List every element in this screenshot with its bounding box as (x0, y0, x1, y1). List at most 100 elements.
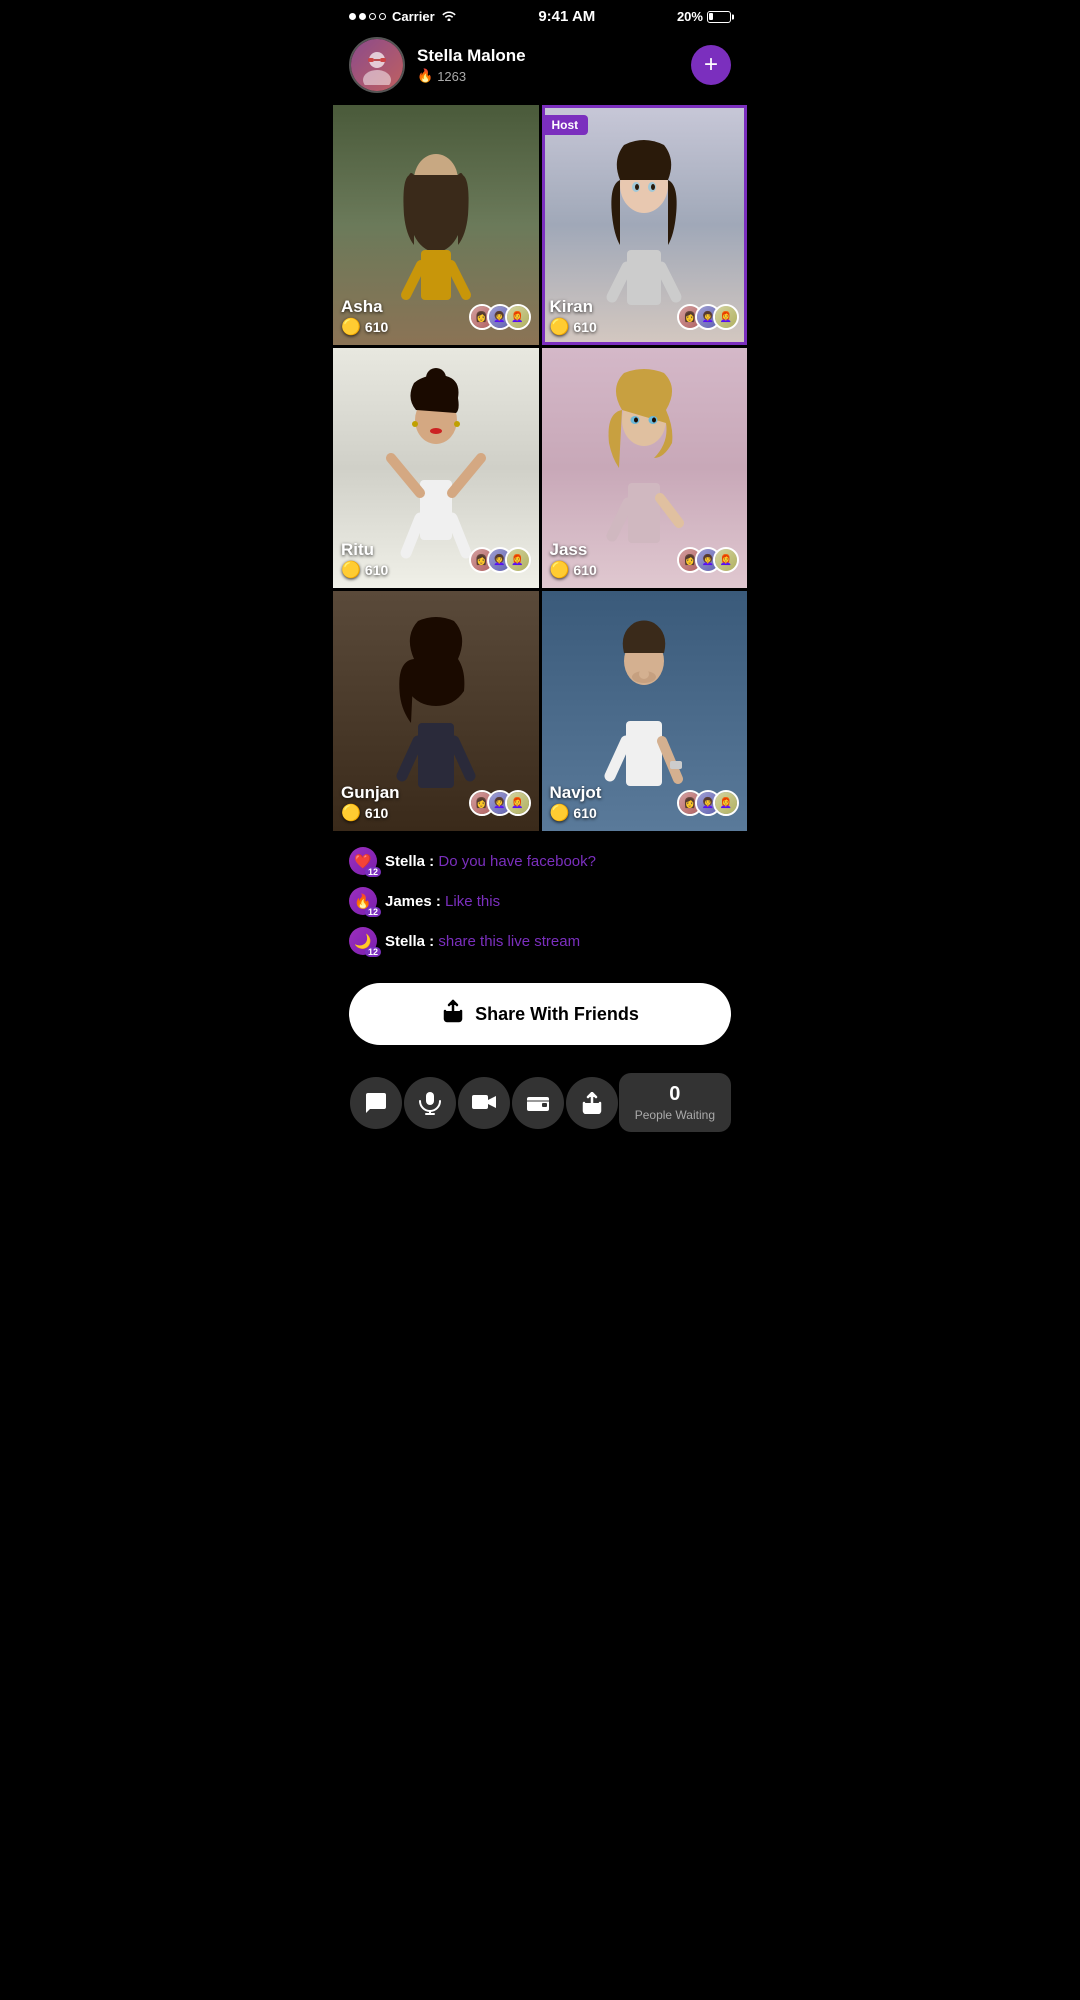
mini-avatar-3: 👩‍🦰 (505, 790, 531, 816)
stream-cell-navjot[interactable]: Navjot 🟡 610 👩 👩‍🦱 👩‍🦰 (542, 591, 748, 831)
jass-avatars: 👩 👩‍🦱 👩‍🦰 (677, 547, 739, 573)
navjot-cell-bottom: Navjot 🟡 610 👩 👩‍🦱 👩‍🦰 (550, 783, 740, 823)
bottom-actions (349, 1077, 619, 1129)
carrier-label: Carrier (392, 9, 435, 24)
ritu-coin-value: 610 (365, 562, 388, 578)
status-right: 20% (677, 9, 731, 24)
share-button[interactable] (566, 1077, 618, 1129)
profile-info: Stella Malone 🔥 1263 (417, 46, 679, 84)
chat-text-3: Stella : share this live stream (385, 933, 580, 950)
mini-avatar-3: 👩‍🦰 (713, 547, 739, 573)
follow-button[interactable]: + (691, 45, 731, 85)
battery-percent: 20% (677, 9, 703, 24)
profile-avatar[interactable] (349, 37, 405, 93)
people-waiting-label: People Waiting (635, 1108, 715, 1122)
ritu-avatars: 👩 👩‍🦱 👩‍🦰 (469, 547, 531, 573)
flame-icon: 🔥 (417, 68, 433, 84)
navjot-name: Navjot (550, 783, 602, 803)
chat-button[interactable] (350, 1077, 402, 1129)
wifi-icon (441, 9, 457, 24)
kiran-cell-bottom: Kiran 🟡 610 👩 👩‍🦱 👩‍🦰 (550, 297, 740, 337)
mini-avatar-3: 👩‍🦰 (713, 790, 739, 816)
chat-user-1: Stella : (385, 853, 438, 870)
score-value: 1263 (437, 69, 466, 84)
coin-icon: 🟡 (341, 317, 361, 337)
stream-cell-gunjan[interactable]: Gunjan 🟡 610 👩 👩‍🦱 👩‍🦰 (333, 591, 539, 831)
kiran-coins: 🟡 610 (550, 317, 597, 337)
asha-cell-bottom: Asha 🟡 610 👩 👩‍🦱 👩‍🦰 (341, 297, 531, 337)
badge-num-2: 12 (365, 907, 381, 917)
dot-1 (349, 13, 356, 20)
chat-user-2: James : (385, 893, 445, 910)
chat-user-3: Stella : (385, 933, 438, 950)
coin-icon: 🟡 (341, 560, 361, 580)
jass-name: Jass (550, 540, 597, 560)
gunjan-coins: 🟡 610 (341, 803, 400, 823)
wallet-button[interactable] (512, 1077, 564, 1129)
share-button-label: Share With Friends (475, 1004, 639, 1025)
stream-cell-jass[interactable]: Jass 🟡 610 👩 👩‍🦱 👩‍🦰 (542, 348, 748, 588)
stream-cell-asha[interactable]: Asha 🟡 610 👩 👩‍🦱 👩‍🦰 (333, 105, 539, 345)
stream-cell-kiran[interactable]: Host Kiran 🟡 610 👩 👩‍🦱 👩‍🦰 (542, 105, 748, 345)
share-button-icon (441, 999, 465, 1029)
stream-cell-ritu[interactable]: Ritu 🟡 610 👩 👩‍🦱 👩‍🦰 (333, 348, 539, 588)
host-badge: Host (542, 115, 589, 135)
jass-coins: 🟡 610 (550, 560, 597, 580)
kiran-avatars: 👩 👩‍🦱 👩‍🦰 (677, 304, 739, 330)
asha-avatars: 👩 👩‍🦱 👩‍🦰 (469, 304, 531, 330)
coin-icon: 🟡 (550, 560, 570, 580)
chat-badge-2: 🔥 12 (349, 887, 377, 915)
chat-msg-content-1: Do you have facebook? (438, 853, 596, 870)
ritu-name: Ritu (341, 540, 388, 560)
battery-icon (707, 11, 731, 23)
avatar-image (351, 39, 403, 91)
profile-name: Stella Malone (417, 46, 679, 66)
navjot-coins: 🟡 610 (550, 803, 602, 823)
coin-icon: 🟡 (550, 803, 570, 823)
mini-avatar-3: 👩‍🦰 (713, 304, 739, 330)
coin-icon: 🟡 (341, 803, 361, 823)
chat-msg-3: 🌙 12 Stella : share this live stream (349, 927, 731, 955)
people-waiting-count: 0 (635, 1083, 715, 1106)
navjot-coin-value: 610 (573, 805, 596, 821)
asha-name: Asha (341, 297, 388, 317)
follow-icon: + (704, 51, 718, 79)
share-section: Share With Friends (333, 979, 747, 1061)
ritu-coins: 🟡 610 (341, 560, 388, 580)
chat-text-2: James : Like this (385, 893, 500, 910)
kiran-coin-value: 610 (573, 319, 596, 335)
profile-score: 🔥 1263 (417, 68, 679, 84)
chat-text-1: Stella : Do you have facebook? (385, 853, 596, 870)
profile-header: Stella Malone 🔥 1263 + (333, 29, 747, 105)
gunjan-coin-value: 610 (365, 805, 388, 821)
jass-cell-bottom: Jass 🟡 610 👩 👩‍🦱 👩‍🦰 (550, 540, 740, 580)
chat-msg-content-3: share this live stream (438, 933, 580, 950)
status-bar: Carrier 9:41 AM 20% (333, 0, 747, 29)
video-button[interactable] (458, 1077, 510, 1129)
asha-coin-value: 610 (365, 319, 388, 335)
mini-avatar-3: 👩‍🦰 (505, 547, 531, 573)
chat-badge-1: ❤️ 12 (349, 847, 377, 875)
dot-3 (369, 13, 376, 20)
navjot-avatars: 👩 👩‍🦱 👩‍🦰 (677, 790, 739, 816)
gunjan-avatars: 👩 👩‍🦱 👩‍🦰 (469, 790, 531, 816)
kiran-name: Kiran (550, 297, 597, 317)
mic-button[interactable] (404, 1077, 456, 1129)
jass-coin-value: 610 (573, 562, 596, 578)
coin-icon: 🟡 (550, 317, 570, 337)
chat-msg-1: ❤️ 12 Stella : Do you have facebook? (349, 847, 731, 875)
people-waiting-panel: 0 People Waiting (619, 1073, 731, 1132)
signal-dots (349, 13, 386, 20)
bottom-bar: 0 People Waiting (333, 1061, 747, 1144)
dot-4 (379, 13, 386, 20)
share-with-friends-button[interactable]: Share With Friends (349, 983, 731, 1045)
gunjan-cell-bottom: Gunjan 🟡 610 👩 👩‍🦱 👩‍🦰 (341, 783, 531, 823)
mini-avatar-3: 👩‍🦰 (505, 304, 531, 330)
badge-num-3: 12 (365, 947, 381, 957)
time-display: 9:41 AM (538, 8, 595, 25)
battery-fill (709, 13, 713, 20)
chat-section: ❤️ 12 Stella : Do you have facebook? 🔥 1… (333, 831, 747, 979)
status-left: Carrier (349, 9, 457, 24)
chat-badge-3: 🌙 12 (349, 927, 377, 955)
dot-2 (359, 13, 366, 20)
